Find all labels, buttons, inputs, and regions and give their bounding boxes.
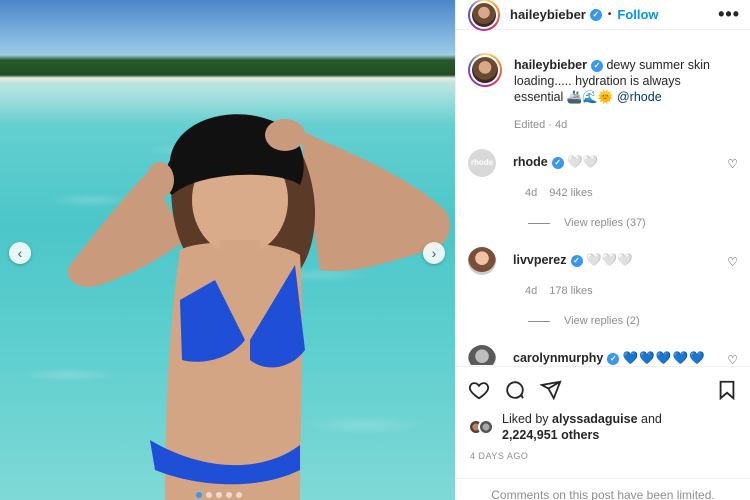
verified-icon: ✓ — [570, 254, 583, 267]
carousel-dot — [206, 492, 212, 498]
comment-username[interactable]: carolynmurphy — [513, 351, 603, 365]
author-username[interactable]: haileybieber — [510, 7, 586, 22]
person-figure — [68, 114, 450, 500]
carousel-dots — [196, 492, 242, 498]
caption-username[interactable]: haileybieber — [514, 58, 587, 72]
caption-avatar[interactable] — [468, 53, 502, 87]
comment-username[interactable]: rhode — [513, 155, 548, 169]
chevron-right-icon: › — [431, 245, 437, 261]
bookmark-icon[interactable] — [716, 379, 738, 401]
more-icon[interactable]: ••• — [718, 4, 740, 25]
comment-likes[interactable]: 942 likes — [549, 187, 592, 199]
avatar[interactable]: rhode — [468, 149, 496, 177]
comment-item: rhode rhode ✓ 🤍🤍 ♡ 4d 942 likes View repli… — [456, 149, 750, 229]
carousel-dot — [196, 492, 202, 498]
likes-summary: Liked by alyssadaguise and 2,224,951 oth… — [456, 411, 750, 443]
post-header: haileybieber ✓ • Follow ••• — [456, 0, 750, 31]
post-actions: Liked by alyssadaguise and 2,224,951 oth… — [456, 366, 750, 461]
comments-limited-notice: Comments on this post have been limited. — [456, 478, 750, 500]
comment-time: 4d — [525, 187, 538, 199]
others-count[interactable]: 2,224,951 others — [502, 428, 599, 442]
view-replies-button[interactable]: View replies (37) — [528, 217, 740, 229]
separator: • — [607, 9, 612, 20]
comment-item: livvperez ✓ 🤍🤍🤍 ♡ 4d 178 likes View replie… — [456, 247, 750, 327]
comment-text: 🤍🤍 — [567, 155, 599, 169]
post-sidebar: haileybieber ✓ • Follow ••• haileybieber… — [455, 0, 750, 500]
share-icon[interactable] — [540, 379, 562, 401]
post-caption: haileybieber ✓ dewy summer skin loading..… — [456, 45, 750, 105]
comment-time: 4d — [525, 285, 538, 297]
carousel-dot — [216, 492, 222, 498]
comment-text: 💙💙💙💙💙 — [622, 351, 706, 365]
comment-icon[interactable] — [504, 379, 526, 401]
heart-icon[interactable]: ♡ — [727, 157, 738, 171]
chevron-left-icon: ‹ — [17, 245, 23, 261]
carousel-next-button[interactable]: › — [423, 242, 445, 264]
view-replies-button[interactable]: View replies (2) — [528, 315, 740, 327]
liked-by-user[interactable]: alyssadaguise — [552, 412, 637, 426]
caption-mention[interactable]: @rhode — [617, 90, 662, 104]
comment-item: carolynmurphy ✓ 💙💙💙💙💙 ♡ — [456, 345, 750, 365]
post-date[interactable]: 4 DAYS AGO — [470, 451, 750, 461]
heart-icon[interactable] — [468, 379, 490, 401]
comments-list[interactable]: haileybieber ✓ dewy summer skin loading..… — [456, 45, 750, 365]
verified-icon: ✓ — [589, 8, 602, 21]
follow-button[interactable]: Follow — [617, 7, 658, 22]
carousel-prev-button[interactable]: ‹ — [9, 242, 31, 264]
verified-icon: ✓ — [607, 352, 620, 365]
comment-username[interactable]: livvperez — [513, 253, 567, 267]
comment-likes[interactable]: 178 likes — [549, 285, 592, 297]
edited-label: Edited · 4d — [514, 119, 568, 131]
avatar[interactable] — [468, 247, 496, 275]
heart-icon[interactable]: ♡ — [727, 353, 738, 365]
carousel-dot — [226, 492, 232, 498]
avatar — [478, 419, 494, 435]
post-photo[interactable]: ‹ › — [0, 0, 455, 500]
verified-icon: ✓ — [551, 156, 564, 169]
verified-icon: ✓ — [590, 59, 603, 72]
author-avatar[interactable] — [468, 0, 500, 31]
avatar[interactable] — [468, 345, 496, 365]
heart-icon[interactable]: ♡ — [727, 255, 738, 269]
carousel-dot — [236, 492, 242, 498]
comment-text: 🤍🤍🤍 — [586, 253, 633, 267]
